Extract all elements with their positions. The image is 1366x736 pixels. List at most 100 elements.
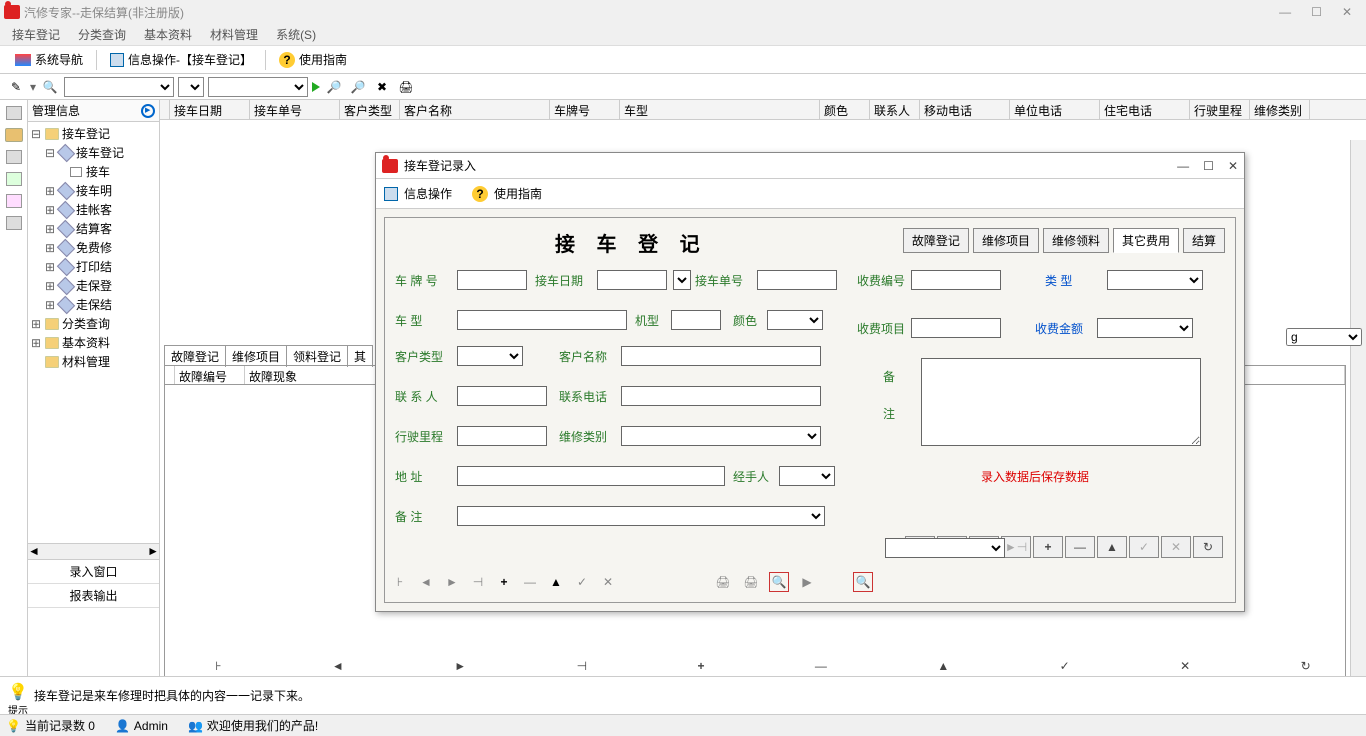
col-header[interactable]: 维修类别	[1250, 100, 1310, 119]
col-header[interactable]: 移动电话	[920, 100, 1010, 119]
feeitem-input[interactable]	[911, 318, 1001, 338]
cname-input[interactable]	[621, 346, 821, 366]
play-icon[interactable]: ▶	[797, 572, 817, 592]
ctype-select[interactable]	[457, 346, 523, 366]
plate-input[interactable]	[457, 270, 527, 290]
strip-icon[interactable]	[6, 106, 22, 120]
close-button[interactable]: ✕	[1342, 5, 1352, 19]
col-header[interactable]: 颜色	[820, 100, 870, 119]
run-icon[interactable]	[312, 82, 320, 92]
nav-ok-button[interactable]: ✓	[1129, 536, 1159, 558]
receiptno-input[interactable]	[757, 270, 837, 290]
tree-node[interactable]: ⊞走保登	[30, 276, 157, 295]
find-group-icon[interactable]: 🔎	[348, 77, 368, 97]
edit-icon[interactable]: ✎	[6, 77, 26, 97]
strip-icon[interactable]	[6, 150, 22, 164]
col-header[interactable]: 客户类型	[340, 100, 400, 119]
col-header[interactable]: 联系人	[870, 100, 920, 119]
color-select[interactable]	[767, 310, 823, 330]
phone-input[interactable]	[621, 386, 821, 406]
nav-del-button[interactable]: —	[1065, 536, 1095, 558]
date-input[interactable]	[597, 270, 667, 290]
tree-node[interactable]: ⊞走保结	[30, 295, 157, 314]
menu-item[interactable]: 分类查询	[70, 24, 134, 45]
addr-input[interactable]	[457, 466, 725, 486]
tree-node[interactable]: ⊞基本资料	[30, 333, 157, 352]
tree-node[interactable]: ⊞免费修	[30, 238, 157, 257]
combo-1[interactable]	[64, 77, 174, 97]
bnav-add-icon[interactable]: +	[495, 575, 513, 589]
remark-select[interactable]	[457, 506, 825, 526]
col-header[interactable]: 接车单号	[250, 100, 340, 119]
tree-node[interactable]: ⊞打印结	[30, 257, 157, 276]
combo-2[interactable]	[178, 77, 204, 97]
subtab[interactable]: 其	[347, 345, 373, 367]
nav-refresh-icon[interactable]	[141, 104, 155, 118]
dlg-tab[interactable]: 维修项目	[973, 228, 1039, 253]
nav-last-icon[interactable]: ⊣	[577, 659, 587, 673]
menu-item[interactable]: 接车登记	[4, 24, 68, 45]
guide-button[interactable]: ? 使用指南	[270, 48, 356, 71]
handler-select[interactable]	[779, 466, 835, 486]
nav-edit-button[interactable]: ▲	[1097, 536, 1127, 558]
nav-add-icon[interactable]: +	[697, 659, 704, 673]
nav-add-button[interactable]: +	[1033, 536, 1063, 558]
date-picker[interactable]	[673, 270, 691, 290]
print-icon[interactable]: 🖨	[713, 572, 733, 592]
col-header[interactable]: 车牌号	[550, 100, 620, 119]
nav-edit-icon[interactable]: ▲	[937, 659, 949, 673]
nav-cancel-icon[interactable]: ✕	[1180, 659, 1190, 673]
nav-btn-report[interactable]: 报表输出	[28, 584, 159, 608]
dialog-minimize-button[interactable]: —	[1177, 159, 1189, 173]
tree-node[interactable]: ⊟接车登记	[30, 143, 157, 162]
search-icon[interactable]: 🔍	[40, 77, 60, 97]
model-input[interactable]	[457, 310, 627, 330]
nav-refresh-button[interactable]: ↻	[1193, 536, 1223, 558]
strip-icon[interactable]	[6, 194, 22, 208]
vscrollbar[interactable]	[1350, 140, 1366, 712]
bottom-combo[interactable]	[885, 538, 1005, 558]
bnav-ok-icon[interactable]: ✓	[573, 575, 591, 589]
strip-icon[interactable]	[6, 172, 22, 186]
feeno-input[interactable]	[911, 270, 1001, 290]
tree-node[interactable]: 材料管理	[30, 352, 157, 371]
zoom2-icon[interactable]: 🔍	[853, 572, 873, 592]
nav-refresh-icon[interactable]: ↻	[1301, 659, 1311, 673]
print2-icon[interactable]: 🖨	[741, 572, 761, 592]
bnav-cancel-icon[interactable]: ✕	[599, 575, 617, 589]
combo-3[interactable]	[208, 77, 308, 97]
contact-input[interactable]	[457, 386, 547, 406]
tree-node[interactable]: ⊞结算客	[30, 219, 157, 238]
col-header[interactable]: 单位电话	[1010, 100, 1100, 119]
find-person-icon[interactable]: 🔎	[324, 77, 344, 97]
col-header[interactable]: 行驶里程	[1190, 100, 1250, 119]
feeamt-select[interactable]	[1097, 318, 1193, 338]
nav-ok-icon[interactable]: ✓	[1060, 659, 1070, 673]
bnav-edit-icon[interactable]: ▲	[547, 575, 565, 589]
nav-first-icon[interactable]: ⊦	[215, 659, 221, 673]
subtab[interactable]: 维修项目	[225, 345, 287, 367]
mtype-input[interactable]	[671, 310, 721, 330]
nav-prev-icon[interactable]: ◄	[332, 659, 344, 673]
dlg-tab[interactable]: 维修领料	[1043, 228, 1109, 253]
menu-item[interactable]: 系统(S)	[268, 24, 324, 45]
feetype-select[interactable]	[1107, 270, 1203, 290]
tree-node[interactable]: ⊞接车明	[30, 181, 157, 200]
tree-node[interactable]: ⊞分类查询	[30, 314, 157, 333]
nav-del-icon[interactable]: —	[815, 659, 827, 673]
tree-node[interactable]: ⊞挂帐客	[30, 200, 157, 219]
minimize-button[interactable]: —	[1279, 5, 1291, 19]
dialog-maximize-button[interactable]: ☐	[1203, 159, 1214, 173]
bnav-last-icon[interactable]: ⊣	[469, 575, 487, 589]
dlg-infoop-button[interactable]: 信息操作	[384, 185, 452, 202]
bnav-next-icon[interactable]: ►	[443, 575, 461, 589]
subtab[interactable]: 领料登记	[286, 345, 348, 367]
infoop-button[interactable]: 信息操作-【接车登记】	[101, 48, 261, 71]
strip-icon[interactable]	[6, 216, 22, 230]
menu-item[interactable]: 材料管理	[202, 24, 266, 45]
dlg-guide-button[interactable]: ? 使用指南	[472, 185, 542, 202]
dlg-tab[interactable]: 其它费用	[1113, 228, 1179, 253]
menu-item[interactable]: 基本资料	[136, 24, 200, 45]
dlg-tab[interactable]: 结算	[1183, 228, 1225, 253]
col-header[interactable]: 接车日期	[170, 100, 250, 119]
